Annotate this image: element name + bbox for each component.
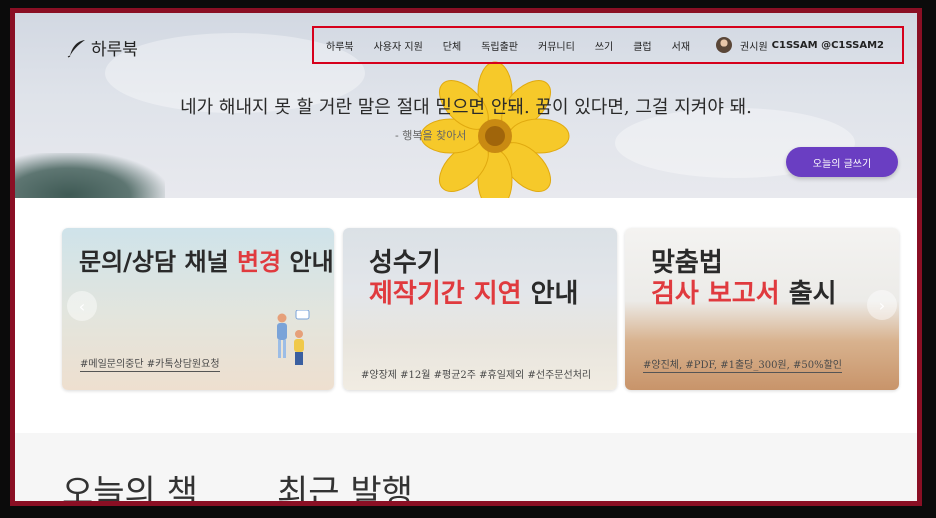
card-tags: #양진체, #PDF, #1출당_300원, #50%할인 [643,356,842,373]
chevron-right-icon[interactable]: › [867,290,897,320]
card-title: 성수기 제작기간 지연 안내 [369,248,578,310]
card-title-text: 출시 [779,279,837,310]
card-tags: #양장제 #12월 #평균2주 #휴일제외 #선주문선처리 [361,370,592,381]
nav-item-club[interactable]: 클럽 [633,38,651,53]
hero-quote: 네가 해내지 못 할 거란 말은 절대 믿으면 안돼. 꿈이 있다면, 그걸 지… [180,97,752,118]
section-title-recent[interactable]: 최근 발행 [277,465,413,501]
main-navigation: 하루북 사용자 지원 단체 독립출판 커뮤니티 쓰기 클럽 서재 권시원 C1S… [312,26,904,64]
user-menu[interactable]: 권시원 C1SSAM @C1SSAM2 [716,37,884,53]
nav-item-indie-publishing[interactable]: 독립출판 [481,38,518,53]
logo-text: 하루북 [91,40,138,60]
card-title-line: 성수기 [369,248,441,278]
chevron-left-icon[interactable]: ‹ [67,291,97,321]
site-logo[interactable]: 하루북 [67,35,138,60]
nav-item-community[interactable]: 커뮤니티 [538,38,575,53]
quote-source: - 행복을 찾아서 [395,129,467,142]
hero-banner: 하루북 하루북 사용자 지원 단체 독립출판 커뮤니티 쓰기 클럽 서재 권시원… [15,13,917,198]
notice-carousel: 문의/상담 채널 변경 안내 #메일문의중단 #카톡상담원요청 ‹ 성수기 제작… [15,223,917,393]
tree-silhouette [15,153,165,198]
nav-item-user-support[interactable]: 사용자 지원 [374,38,423,53]
nav-item-write[interactable]: 쓰기 [595,38,613,53]
card-title-text: 안내 [521,279,579,310]
carousel-card[interactable]: 맞춤법 검사 보고서 출시 #양진체, #PDF, #1출당_300원, #50… [625,228,899,390]
carousel-card[interactable]: 성수기 제작기간 지연 안내 #양장제 #12월 #평균2주 #휴일제외 #선주… [343,228,617,390]
user-name: 권시원 [740,41,768,53]
card-tags: #메일문의중단 #카톡상담원요청 [80,355,220,372]
nav-item-haru-book[interactable]: 하루북 [326,38,354,53]
nav-item-group[interactable]: 단체 [443,38,461,53]
quill-icon [67,39,85,58]
carousel-card[interactable]: 문의/상담 채널 변경 안내 #메일문의중단 #카톡상담원요청 ‹ [62,228,334,390]
nav-item-library[interactable]: 서재 [672,38,690,53]
card-title-highlight: 변경 [236,248,282,276]
avatar [716,37,733,53]
card-title-line: 맞춤법 [651,248,723,278]
card-title-highlight: 검사 보고서 [651,279,780,310]
flower-image [420,61,570,198]
card-title-text: 안내 [281,248,334,276]
write-today-button[interactable]: 오늘의 글쓰기 [786,147,898,177]
card-title: 문의/상담 채널 변경 안내 [79,248,334,277]
people-illustration [277,310,310,365]
section-title-today-book[interactable]: 오늘의 책 [62,465,198,501]
screenshot-frame: 하루북 하루북 사용자 지원 단체 독립출판 커뮤니티 쓰기 클럽 서재 권시원… [10,8,922,506]
card-title-highlight: 제작기간 지연 [369,279,522,310]
user-handle: C1SSAM @C1SSAM2 [771,39,884,51]
card-title: 맞춤법 검사 보고서 출시 [651,248,837,310]
card-title-text: 문의/상담 채널 [79,248,237,276]
